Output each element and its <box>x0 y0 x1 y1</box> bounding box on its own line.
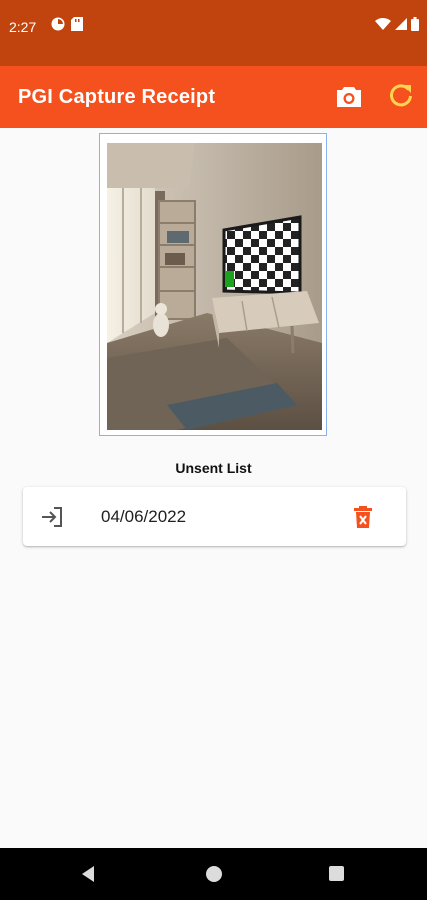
camera-icon <box>337 87 361 107</box>
refresh-button[interactable] <box>387 82 415 110</box>
status-right-icons <box>375 17 419 31</box>
battery-icon <box>411 17 419 31</box>
sd-card-icon <box>71 17 83 31</box>
home-icon[interactable] <box>206 866 222 882</box>
unsent-list-title: Unsent List <box>175 460 252 476</box>
list-item[interactable]: 04/06/2022 <box>23 487 406 546</box>
notification-icon <box>51 17 65 31</box>
delete-button[interactable] <box>350 504 376 530</box>
app-title: PGI Capture Receipt <box>18 86 216 108</box>
refresh-icon <box>390 84 412 107</box>
login-icon <box>42 507 62 527</box>
back-icon[interactable] <box>80 865 96 883</box>
wifi-icon <box>375 17 391 30</box>
signal-icon <box>395 18 407 30</box>
status-left-icons <box>51 17 83 31</box>
status-time: 2:27 <box>9 19 37 35</box>
nav-bar <box>0 848 427 900</box>
camera-button[interactable] <box>335 84 363 110</box>
delete-icon <box>354 506 372 528</box>
status-bar: 2:27 <box>0 0 427 66</box>
receipt-photo <box>107 143 322 430</box>
recents-icon[interactable] <box>329 866 344 881</box>
list-item-date: 04/06/2022 <box>101 507 187 526</box>
receipt-photo-frame[interactable] <box>99 133 327 436</box>
app-bar: PGI Capture Receipt <box>0 66 427 128</box>
